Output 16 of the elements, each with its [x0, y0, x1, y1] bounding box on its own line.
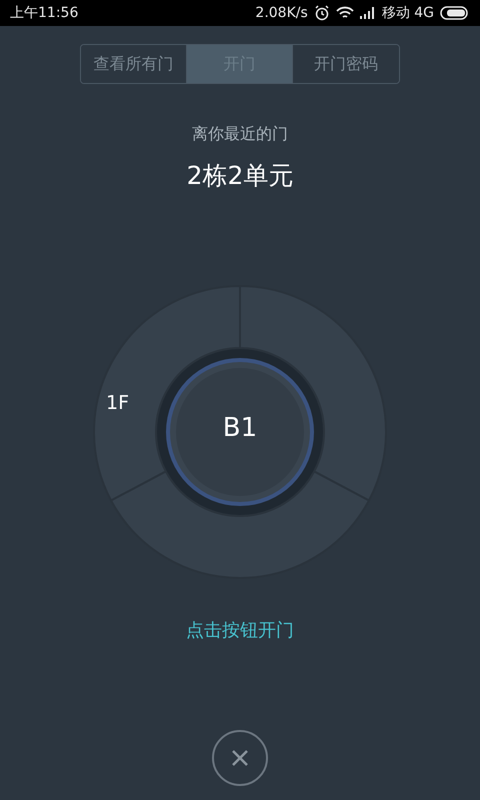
- network-speed: 2.08K/s: [255, 5, 308, 21]
- close-icon: [230, 748, 250, 768]
- floor-segment[interactable]: [110, 470, 370, 579]
- floor-label: 1F: [106, 392, 130, 414]
- tab[interactable]: 查看所有门: [81, 45, 187, 83]
- carrier-label: 移动 4G: [382, 4, 434, 22]
- wifi-icon: [336, 6, 354, 20]
- nearest-door-label: 离你最近的门: [192, 124, 288, 145]
- close-button[interactable]: [212, 730, 268, 786]
- signal-icon: [360, 7, 376, 19]
- status-time: 上午11:56: [10, 4, 78, 22]
- alarm-icon: [314, 5, 330, 21]
- open-hint: 点击按钮开门: [186, 619, 294, 642]
- door-name: 2栋2单元: [186, 160, 294, 192]
- battery-icon: [440, 6, 470, 20]
- open-door-button[interactable]: B1: [168, 356, 312, 500]
